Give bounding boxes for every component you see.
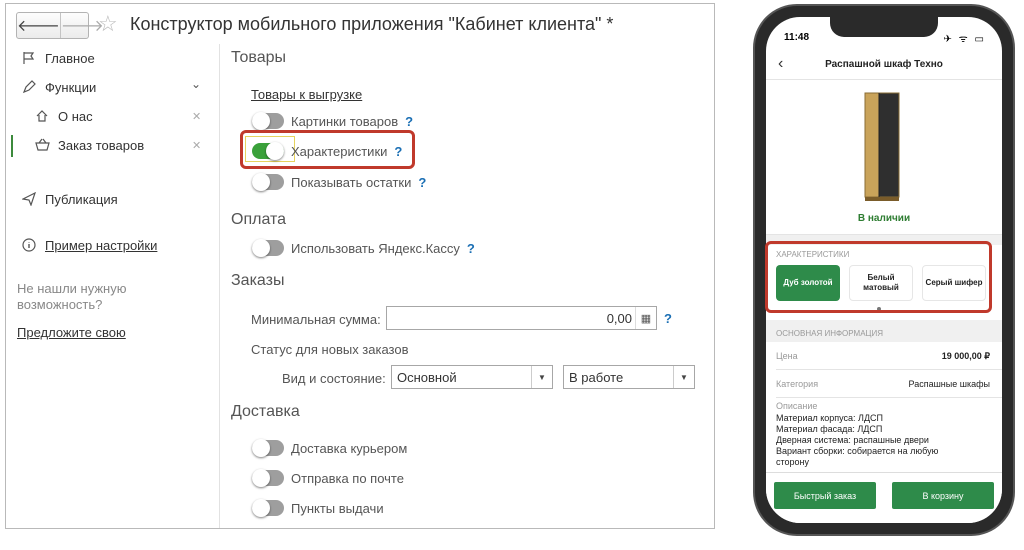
sidebar: Главное Функции ⌄ О нас ✕ Заказ товаров … [6,44,220,528]
view-select[interactable]: Основной ▼ [391,365,553,389]
send-icon [21,191,37,207]
toggle-label: Картинки товаров [291,113,399,129]
flag-icon [21,50,37,66]
help-icon[interactable]: ? [467,241,475,256]
state-select[interactable]: В работе ▼ [563,365,695,389]
sidebar-item-example[interactable]: Пример настройки [21,237,157,253]
favorite-star-icon[interactable]: ☆ [98,13,118,35]
chevron-down-icon[interactable]: ⌄ [191,77,201,91]
toggle-row-post: Отправка по почте [252,469,404,487]
help-icon[interactable]: ? [405,114,413,129]
sidebar-item-label: Функции [45,79,97,95]
close-icon[interactable]: ✕ [192,139,201,152]
help-icon[interactable]: ? [418,175,426,190]
chevron-down-icon[interactable]: ▼ [673,366,694,388]
state-select-value: В работе [569,369,624,385]
quick-order-button[interactable]: Быстрый заказ [774,482,876,509]
pen-icon [21,79,37,95]
status-label: Статус для новых заказов [251,342,409,357]
back-arrow-icon[interactable]: 🡐 [17,13,60,38]
window-title: Конструктор мобильного приложения "Кабин… [130,14,614,34]
toggle-row-pickup: Пункты выдачи [252,499,384,517]
suggest-link[interactable]: Предложите свою [17,325,126,340]
nav-buttons: 🡐 🡒 [16,12,104,39]
toggle-switch[interactable] [252,469,284,487]
description-line: Материал корпуса: ЛДСП [776,413,884,423]
toggle-label: Использовать Яндекс.Кассу [291,240,460,256]
wardrobe-image [862,91,902,208]
toggle-row-courier: Доставка курьером [252,439,408,457]
toggle-switch[interactable] [252,173,284,191]
add-to-cart-button[interactable]: В корзину [892,482,994,509]
main-content: Товары Товары к выгрузке Картинки товаро… [231,44,711,528]
sidebar-item-label: О нас [58,108,93,124]
sidebar-item-label: Главное [45,50,95,66]
toggle-switch[interactable] [252,112,284,130]
category-label: Категория [776,379,819,389]
description-label: Описание [776,401,818,411]
toggle-label: Доставка курьером [291,440,408,456]
sidebar-item-main[interactable]: Главное [21,50,95,66]
status-time: 11:48 [784,32,810,43]
divider [766,79,1002,80]
min-sum-label: Минимальная сумма: [251,312,381,327]
divider [776,369,1002,370]
description-line: Материал фасада: ЛДСП [776,424,883,434]
description-line: Дверная система: распашные двери [776,435,929,445]
phone-notch [830,17,938,37]
section-goods: Товары [231,49,287,66]
category-value: Распашные шкафы [908,379,991,389]
sidebar-item-about[interactable]: О нас [34,108,93,124]
description-line: Вариант сборки: собирается на любую [776,446,939,456]
goods-export-link[interactable]: Товары к выгрузке [251,87,362,102]
toggle-row-yandex: Использовать Яндекс.Кассу ? [252,239,475,257]
highlight-box [240,130,415,169]
main-info-label: ОСНОВНАЯ ИНФОРМАЦИЯ [776,329,883,338]
in-stock-label: В наличии [857,213,911,224]
sidebar-hint: Не нашли нужную возможность? [17,281,127,312]
view-state-label: Вид и состояние: [282,371,386,386]
toggle-switch[interactable] [252,239,284,257]
divider [776,397,1002,398]
section-payment: Оплата [231,211,287,228]
sidebar-item-publish[interactable]: Публикация [21,191,118,207]
min-sum-value: 0,00 [606,310,632,326]
min-sum-input[interactable]: 0,00 ▦ [386,306,657,330]
info-icon [21,237,37,253]
sidebar-item-label: Пример настройки [45,237,158,253]
sidebar-item-functions[interactable]: Функции ⌄ [21,77,201,95]
highlight-box [765,241,992,313]
help-icon[interactable]: ? [664,311,672,326]
toggle-label: Пункты выдачи [291,500,384,516]
price-value: 19 000,00 ₽ [941,351,990,361]
price-label: Цена [776,351,798,361]
section-delivery: Доставка [231,403,300,420]
toggle-switch[interactable] [252,439,284,457]
description-line: сторону [776,457,810,467]
toggle-row-images: Картинки товаров ? [252,112,413,130]
product-title: Распашной шкаф Техно [825,59,943,70]
toggle-row-stock: Показывать остатки ? [252,173,426,191]
chevron-down-icon[interactable]: ▼ [531,366,552,388]
sidebar-item-label: Публикация [45,191,118,207]
toggle-label: Отправка по почте [291,470,404,486]
sidebar-item-orders[interactable]: Заказ товаров [34,137,144,153]
sidebar-item-label: Заказ товаров [58,137,145,153]
description-text: Материал корпуса: ЛДСП Материал фасада: … [776,413,990,468]
status-icons: ✈ ᯤ ▭ [943,34,986,45]
basket-icon [34,137,50,153]
section-orders: Заказы [231,272,285,289]
active-indicator [11,135,13,157]
calculator-icon[interactable]: ▦ [635,307,656,329]
toggle-label: Показывать остатки [291,174,412,190]
toggle-switch[interactable] [252,499,284,517]
view-select-value: Основной [397,369,457,385]
home-icon [34,108,50,124]
constructor-window: 🡐 🡒 ☆ Конструктор мобильного приложения … [5,3,715,529]
close-icon[interactable]: ✕ [192,110,201,123]
